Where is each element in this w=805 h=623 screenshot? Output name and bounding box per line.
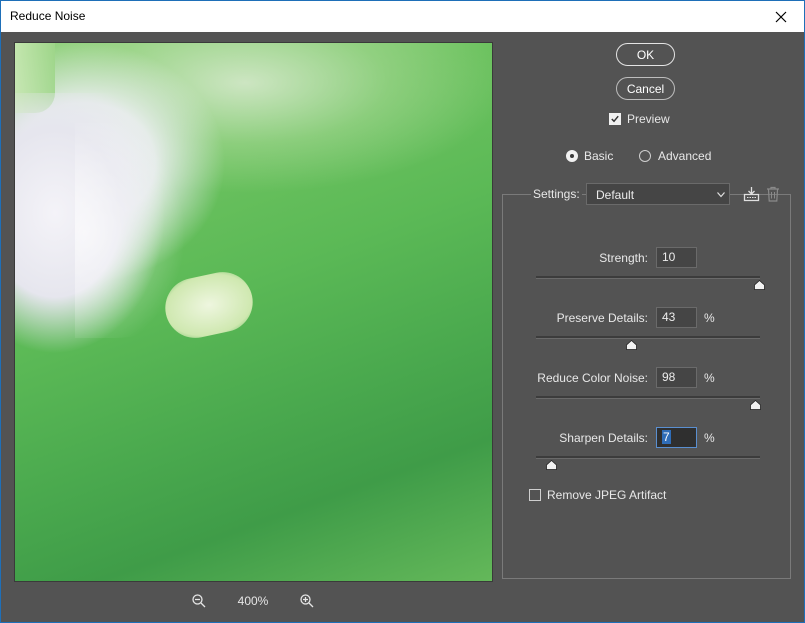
zoom-out-icon[interactable] — [191, 593, 207, 609]
strength-label: Strength: — [599, 251, 648, 265]
sharpen-details-slider-thumb[interactable] — [545, 460, 557, 470]
preserve-details-label: Preserve Details: — [556, 311, 648, 325]
settings-label: Settings: — [531, 187, 582, 201]
strength-slider-thumb[interactable] — [754, 280, 765, 290]
preserve-details-slider-track[interactable] — [536, 336, 760, 339]
close-button[interactable] — [758, 1, 804, 32]
strength-slider-track[interactable] — [536, 276, 760, 279]
preserve-details-slider-thumb[interactable] — [626, 340, 638, 350]
zoom-in-icon[interactable] — [299, 593, 315, 609]
ok-button[interactable]: OK — [616, 43, 675, 66]
preview-checkbox[interactable] — [609, 113, 621, 125]
checkmark-icon — [611, 115, 619, 123]
preserve-details-unit: % — [704, 311, 715, 325]
title-bar: Reduce Noise — [1, 1, 804, 32]
preserve-details-input[interactable]: 43 — [656, 307, 697, 328]
zoom-controls: 400% — [1, 593, 501, 609]
reduce-color-noise-unit: % — [704, 371, 715, 385]
preview-image[interactable] — [14, 42, 493, 582]
sharpen-details-input[interactable]: 7 — [656, 427, 697, 448]
dialog-title: Reduce Noise — [10, 9, 86, 23]
reduce-noise-dialog: Reduce Noise 400% OK Cancel Preview Basi… — [0, 0, 805, 623]
basic-radio[interactable] — [566, 150, 578, 162]
zoom-level: 400% — [237, 594, 269, 608]
reduce-color-noise-input[interactable]: 98 — [656, 367, 697, 388]
preview-label: Preview — [627, 112, 670, 126]
reduce-color-noise-slider-thumb[interactable] — [749, 400, 761, 410]
basic-label: Basic — [584, 149, 614, 163]
trash-icon[interactable] — [766, 186, 780, 202]
sharpen-details-value: 7 — [662, 430, 671, 444]
sharpen-details-slider-track[interactable] — [536, 456, 760, 459]
reduce-color-noise-slider-track[interactable] — [536, 396, 760, 399]
cancel-button[interactable]: Cancel — [616, 77, 675, 100]
close-icon — [775, 11, 787, 22]
save-settings-icon[interactable] — [743, 186, 760, 202]
chevron-down-icon — [717, 192, 725, 198]
settings-dropdown[interactable]: Default — [586, 183, 730, 205]
advanced-label: Advanced — [658, 149, 712, 163]
sharpen-details-unit: % — [704, 431, 715, 445]
advanced-radio[interactable] — [639, 150, 651, 162]
strength-input[interactable]: 10 — [656, 247, 697, 268]
sharpen-details-label: Sharpen Details: — [559, 431, 648, 445]
settings-value: Default — [596, 188, 635, 202]
remove-jpeg-artifact-checkbox[interactable] — [529, 489, 541, 501]
reduce-color-noise-label: Reduce Color Noise: — [537, 371, 648, 385]
remove-jpeg-artifact-label: Remove JPEG Artifact — [547, 488, 667, 502]
